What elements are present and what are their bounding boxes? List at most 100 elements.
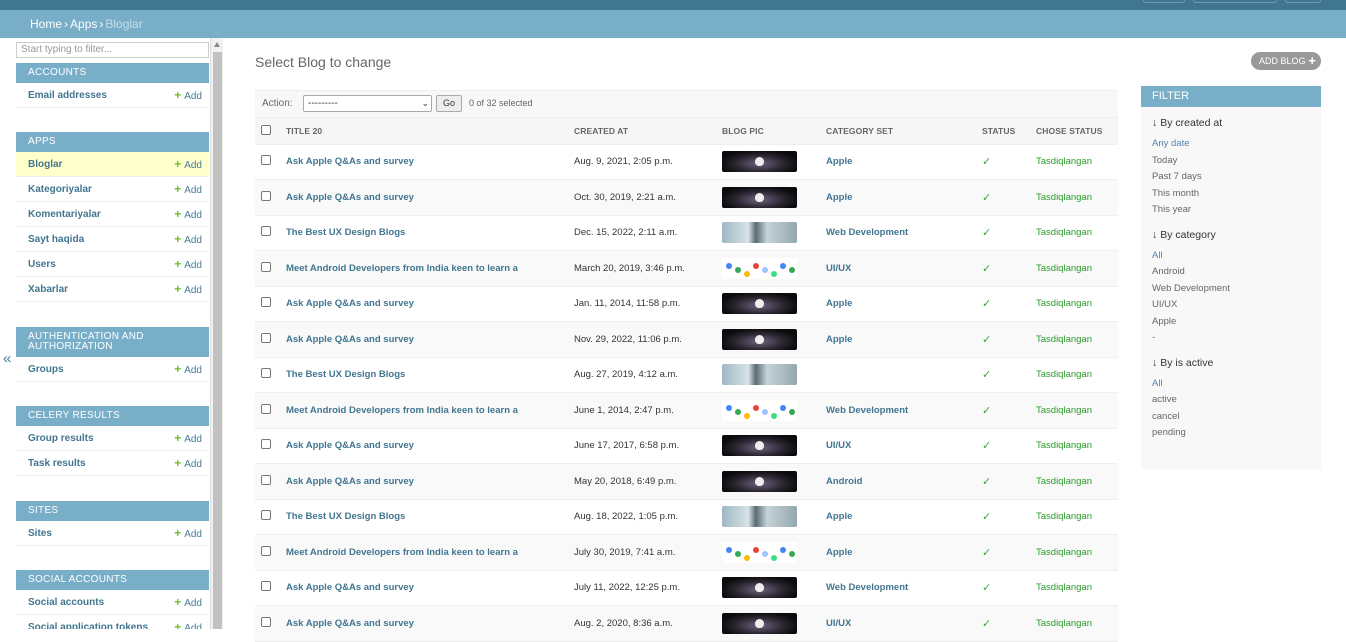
add-link[interactable]: + Add: [174, 277, 202, 303]
category-link[interactable]: Apple: [826, 192, 852, 203]
blog-title-link[interactable]: Ask Apple Q&As and survey: [286, 334, 414, 345]
row-checkbox[interactable]: [261, 297, 271, 308]
blog-title-link[interactable]: The Best UX Design Blogs: [286, 511, 405, 522]
column-header[interactable]: TITLE 20: [280, 118, 568, 145]
blog-title-link[interactable]: Ask Apple Q&As and survey: [286, 582, 414, 593]
filter-option[interactable]: This month: [1152, 186, 1310, 203]
add-link[interactable]: + Add: [174, 357, 202, 383]
add-link[interactable]: + Add: [174, 451, 202, 477]
filter-option[interactable]: active: [1152, 392, 1310, 409]
sidebar-item-link[interactable]: Kategoriyalar: [28, 184, 92, 195]
sidebar-item-link[interactable]: Task results: [28, 458, 86, 469]
filter-option[interactable]: UI/UX: [1152, 297, 1310, 314]
row-checkbox[interactable]: [261, 616, 271, 627]
category-link[interactable]: Android: [826, 476, 862, 487]
sidebar-item-link[interactable]: Group results: [28, 433, 94, 444]
add-blog-button[interactable]: ADD BLOG +: [1251, 52, 1321, 70]
category-link[interactable]: Apple: [826, 547, 852, 558]
header-tool-link[interactable]: [1143, 0, 1185, 3]
filter-option[interactable]: Apple: [1152, 314, 1310, 331]
sidebar-item-link[interactable]: Bloglar: [28, 159, 62, 170]
column-header[interactable]: CATEGORY SET: [820, 118, 976, 145]
sidebar-item-link[interactable]: Social application tokens: [28, 622, 148, 629]
filter-option[interactable]: Today: [1152, 153, 1310, 170]
add-link[interactable]: + Add: [174, 202, 202, 228]
filter-option[interactable]: All: [1152, 376, 1310, 393]
module-caption[interactable]: CELERY RESULTS: [16, 406, 209, 426]
category-link[interactable]: Apple: [826, 298, 852, 309]
filter-option[interactable]: This year: [1152, 202, 1310, 219]
filter-option[interactable]: pending: [1152, 425, 1310, 442]
sidebar-scrollbar[interactable]: [210, 38, 223, 629]
category-link[interactable]: Web Development: [826, 227, 908, 238]
row-checkbox[interactable]: [261, 332, 271, 343]
filter-option[interactable]: Any date: [1152, 136, 1310, 153]
filter-option[interactable]: Past 7 days: [1152, 169, 1310, 186]
sidebar-item-link[interactable]: Email addresses: [28, 90, 107, 101]
row-checkbox[interactable]: [261, 439, 271, 450]
filter-option[interactable]: -: [1152, 330, 1310, 347]
action-select[interactable]: --------- ⌄: [303, 95, 432, 112]
add-link[interactable]: + Add: [174, 152, 202, 178]
row-checkbox[interactable]: [261, 155, 271, 166]
column-header[interactable]: STATUS: [976, 118, 1030, 145]
blog-title-link[interactable]: The Best UX Design Blogs: [286, 227, 405, 238]
header-tool-link[interactable]: [1285, 0, 1321, 3]
filter-option[interactable]: Web Development: [1152, 281, 1310, 298]
add-link[interactable]: + Add: [174, 83, 202, 109]
row-checkbox[interactable]: [261, 226, 271, 237]
add-link[interactable]: + Add: [174, 177, 202, 203]
filter-option[interactable]: cancel: [1152, 409, 1310, 426]
row-checkbox[interactable]: [261, 474, 271, 485]
category-link[interactable]: Apple: [826, 156, 852, 167]
category-link[interactable]: Apple: [826, 511, 852, 522]
row-checkbox[interactable]: [261, 510, 271, 521]
add-link[interactable]: + Add: [174, 227, 202, 253]
category-link[interactable]: UI/UX: [826, 440, 851, 451]
blog-title-link[interactable]: Meet Android Developers from India keen …: [286, 547, 518, 558]
add-link[interactable]: + Add: [174, 252, 202, 278]
category-link[interactable]: Web Development: [826, 582, 908, 593]
add-link[interactable]: + Add: [174, 615, 202, 629]
module-caption[interactable]: AUTHENTICATION AND AUTHORIZATION: [16, 327, 209, 357]
add-link[interactable]: + Add: [174, 426, 202, 452]
category-link[interactable]: Web Development: [826, 405, 908, 416]
module-caption[interactable]: SITES: [16, 501, 209, 521]
blog-title-link[interactable]: Meet Android Developers from India keen …: [286, 263, 518, 274]
blog-title-link[interactable]: Ask Apple Q&As and survey: [286, 618, 414, 629]
blog-title-link[interactable]: Ask Apple Q&As and survey: [286, 476, 414, 487]
blog-title-link[interactable]: Meet Android Developers from India keen …: [286, 405, 518, 416]
column-header[interactable]: CHOSE STATUS: [1030, 118, 1118, 145]
blog-title-link[interactable]: Ask Apple Q&As and survey: [286, 440, 414, 451]
row-checkbox[interactable]: [261, 403, 271, 414]
filter-option[interactable]: All: [1152, 248, 1310, 265]
row-checkbox[interactable]: [261, 190, 271, 201]
category-link[interactable]: UI/UX: [826, 263, 851, 274]
scrollbar-thumb[interactable]: [213, 52, 222, 629]
select-all-checkbox[interactable]: [261, 124, 271, 135]
sidebar-filter-input[interactable]: Start typing to filter...: [16, 42, 209, 58]
blog-title-link[interactable]: Ask Apple Q&As and survey: [286, 156, 414, 167]
blog-title-link[interactable]: The Best UX Design Blogs: [286, 369, 405, 380]
row-checkbox[interactable]: [261, 581, 271, 592]
column-header[interactable]: BLOG PIC: [716, 118, 820, 145]
sidebar-item-link[interactable]: Users: [28, 259, 56, 270]
breadcrumb-apps[interactable]: Apps: [70, 17, 97, 31]
add-link[interactable]: + Add: [174, 590, 202, 616]
category-link[interactable]: Apple: [826, 334, 852, 345]
sidebar-item-link[interactable]: Social accounts: [28, 597, 104, 608]
row-checkbox[interactable]: [261, 261, 271, 272]
sidebar-item-link[interactable]: Xabarlar: [28, 284, 68, 295]
blog-title-link[interactable]: Ask Apple Q&As and survey: [286, 192, 414, 203]
row-checkbox[interactable]: [261, 368, 271, 379]
sidebar-item-link[interactable]: Sites: [28, 528, 52, 539]
breadcrumb-home[interactable]: Home: [30, 17, 62, 31]
scroll-up-arrow-icon[interactable]: [214, 42, 220, 47]
blog-title-link[interactable]: Ask Apple Q&As and survey: [286, 298, 414, 309]
go-button[interactable]: Go: [436, 95, 462, 112]
column-header[interactable]: CREATED AT: [568, 118, 716, 145]
collapse-sidebar-icon[interactable]: «: [3, 350, 11, 367]
sidebar-item-link[interactable]: Groups: [28, 364, 64, 375]
module-caption[interactable]: APPS: [16, 132, 209, 152]
sidebar-item-link[interactable]: Sayt haqida: [28, 234, 84, 245]
